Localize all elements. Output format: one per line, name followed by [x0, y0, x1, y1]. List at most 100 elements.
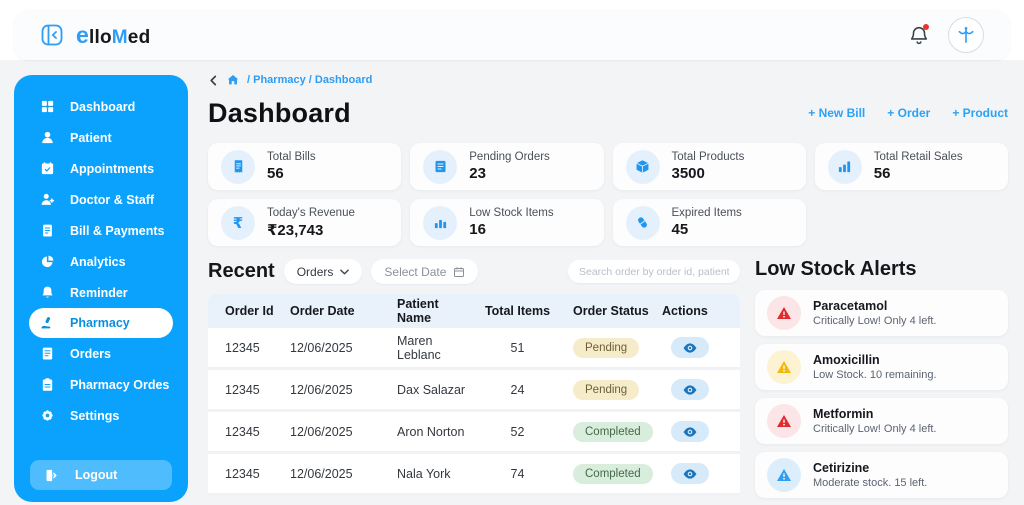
patient-name: Nala York: [397, 466, 451, 481]
table-row[interactable]: 12345 12/06/2025 Maren Leblanc 51 Pendin…: [208, 328, 740, 370]
capsule-icon: [625, 205, 660, 240]
order-status: Completed: [560, 463, 653, 484]
table-row[interactable]: 12345 12/06/2025 Dax Salazar 24 Pending: [208, 370, 740, 412]
alert-card-amoxicillin: Amoxicillin Low Stock. 10 remaining.: [755, 344, 1008, 390]
alert-drug-name: Metformin: [813, 407, 874, 421]
pharmacy-hand-icon: [40, 316, 55, 331]
view-order-button[interactable]: [671, 337, 709, 358]
order-status: Pending: [560, 337, 650, 358]
stat-label: Low Stock Items: [469, 207, 554, 219]
order-date: 12/06/2025: [290, 424, 353, 439]
logo-part: llo: [89, 26, 112, 48]
quick-actions: + New Bill + Order + Product: [808, 106, 1008, 120]
stat-value: 56: [873, 165, 891, 182]
dashboard-grid-icon: [40, 99, 55, 114]
column-header: Order Date: [290, 304, 355, 318]
top-bar-right: [908, 17, 984, 53]
page-title: Dashboard: [208, 97, 351, 128]
status-badge: Completed: [573, 463, 653, 484]
sidebar-item-label: Appointments: [70, 161, 155, 176]
warning-triangle-icon: [767, 404, 801, 438]
recent-title: Recent: [208, 260, 275, 282]
sidebar-item-doctor-staff[interactable]: Doctor & Staff: [14, 184, 188, 215]
home-icon[interactable]: [226, 73, 240, 87]
app-logo: e llo Med: [76, 22, 150, 49]
sidebar-item-patient[interactable]: Patient: [14, 122, 188, 153]
alert-note: Critically Low! Only 4 left.: [813, 423, 937, 435]
eye-icon: [683, 468, 697, 479]
orders-filter-dropdown[interactable]: Orders: [283, 259, 363, 284]
actions-cell: [650, 463, 740, 484]
settings-gear-icon: [40, 408, 55, 423]
sidebar-item-label: Analytics: [70, 254, 126, 269]
order-id: 12345: [225, 424, 260, 439]
top-bar: e llo Med: [14, 10, 1010, 60]
stat-label: Total Products: [671, 151, 745, 163]
analytics-pie-icon: [40, 254, 55, 269]
appointments-calendar-icon: [40, 161, 55, 176]
column-header: Order Id: [225, 304, 274, 318]
notification-bell-icon[interactable]: [908, 24, 930, 46]
sidebar-item-label: Dashboard: [70, 99, 136, 114]
breadcrumb-path[interactable]: / Pharmacy / Dashboard: [247, 74, 372, 86]
select-date-label: Select Date: [384, 264, 447, 279]
order-date: 12/06/2025: [290, 382, 353, 397]
sidebar-item-dashboard[interactable]: Dashboard: [14, 91, 188, 122]
chevron-down-icon: [340, 268, 350, 275]
status-badge: Completed: [573, 421, 653, 442]
view-order-button[interactable]: [671, 421, 709, 442]
box-icon: [625, 149, 660, 184]
order-date: 12/06/2025: [290, 340, 353, 355]
new-order-link[interactable]: + Order: [887, 106, 930, 120]
new-bill-link[interactable]: + New Bill: [808, 106, 865, 120]
sidebar-item-orders[interactable]: Orders: [14, 338, 188, 369]
back-chevron-icon[interactable]: [208, 75, 219, 86]
eye-icon: [683, 426, 697, 437]
stat-label: Expired Items: [671, 207, 742, 219]
alert-card-cetirizine: Cetirizine Moderate stock. 15 left.: [755, 452, 1008, 498]
logo-part: M: [111, 26, 128, 48]
sidebar-item-pharmacy-ordes[interactable]: Pharmacy Ordes: [14, 369, 188, 400]
sidebar-item-settings[interactable]: Settings: [14, 400, 188, 431]
sidebar-item-label: Bill & Payments: [70, 223, 165, 238]
select-date-button[interactable]: Select Date: [371, 259, 479, 284]
sidebar-item-analytics[interactable]: Analytics: [14, 246, 188, 277]
sidebar-item-label: Orders: [70, 346, 111, 361]
stat-card-expired-items: Expired Items 45: [612, 199, 806, 246]
view-order-button[interactable]: [671, 463, 709, 484]
lower-section: Recent Orders Select Date Order Id Order…: [208, 258, 1008, 498]
alert-card-paracetamol: Paracetamol Critically Low! Only 4 left.: [755, 290, 1008, 336]
stat-value: ₹23,743: [267, 221, 324, 239]
alert-note: Moderate stock. 15 left.: [813, 477, 928, 489]
user-avatar[interactable]: [948, 17, 984, 53]
eye-icon: [683, 342, 697, 353]
new-product-link[interactable]: + Product: [952, 106, 1008, 120]
main-content: / Pharmacy / Dashboard Dashboard + New B…: [208, 68, 1008, 498]
sidebar-item-label: Settings: [70, 408, 120, 423]
breadcrumb: / Pharmacy / Dashboard: [208, 73, 1008, 87]
alert-note: Low Stock. 10 remaining.: [813, 369, 937, 381]
bill-payments-icon: [40, 223, 55, 238]
patient-name: Aron Norton: [397, 424, 465, 439]
recent-orders-section: Recent Orders Select Date Order Id Order…: [208, 258, 740, 498]
sidebar-item-label: Pharmacy: [70, 316, 130, 330]
column-header: Actions: [662, 304, 708, 318]
order-search-input[interactable]: [568, 260, 740, 283]
order-date: 12/06/2025: [290, 466, 353, 481]
logout-button[interactable]: Logout: [30, 460, 172, 490]
sidebar-item-appointments[interactable]: Appointments: [14, 153, 188, 184]
sidebar-item-bill-payments[interactable]: Bill & Payments: [14, 215, 188, 246]
table-row[interactable]: 12345 12/06/2025 Aron Norton 52 Complete…: [208, 412, 740, 454]
order-status: Completed: [560, 421, 653, 442]
sidebar-item-pharmacy[interactable]: Pharmacy: [29, 308, 173, 338]
table-row[interactable]: 12345 12/06/2025 Nala York 74 Completed: [208, 454, 740, 496]
orders-icon: [40, 346, 55, 361]
stat-label: Total Bills: [267, 151, 316, 163]
sidebar-collapse-icon[interactable]: [40, 23, 64, 47]
title-row: Dashboard + New Bill + Order + Product: [208, 96, 1008, 130]
sidebar-item-reminder[interactable]: Reminder: [14, 277, 188, 308]
view-order-button[interactable]: [671, 379, 709, 400]
alert-card-metformin: Metformin Critically Low! Only 4 left.: [755, 398, 1008, 444]
stat-value: 23: [469, 165, 486, 182]
stat-card-low-stock-items: Low Stock Items 16: [410, 199, 604, 246]
